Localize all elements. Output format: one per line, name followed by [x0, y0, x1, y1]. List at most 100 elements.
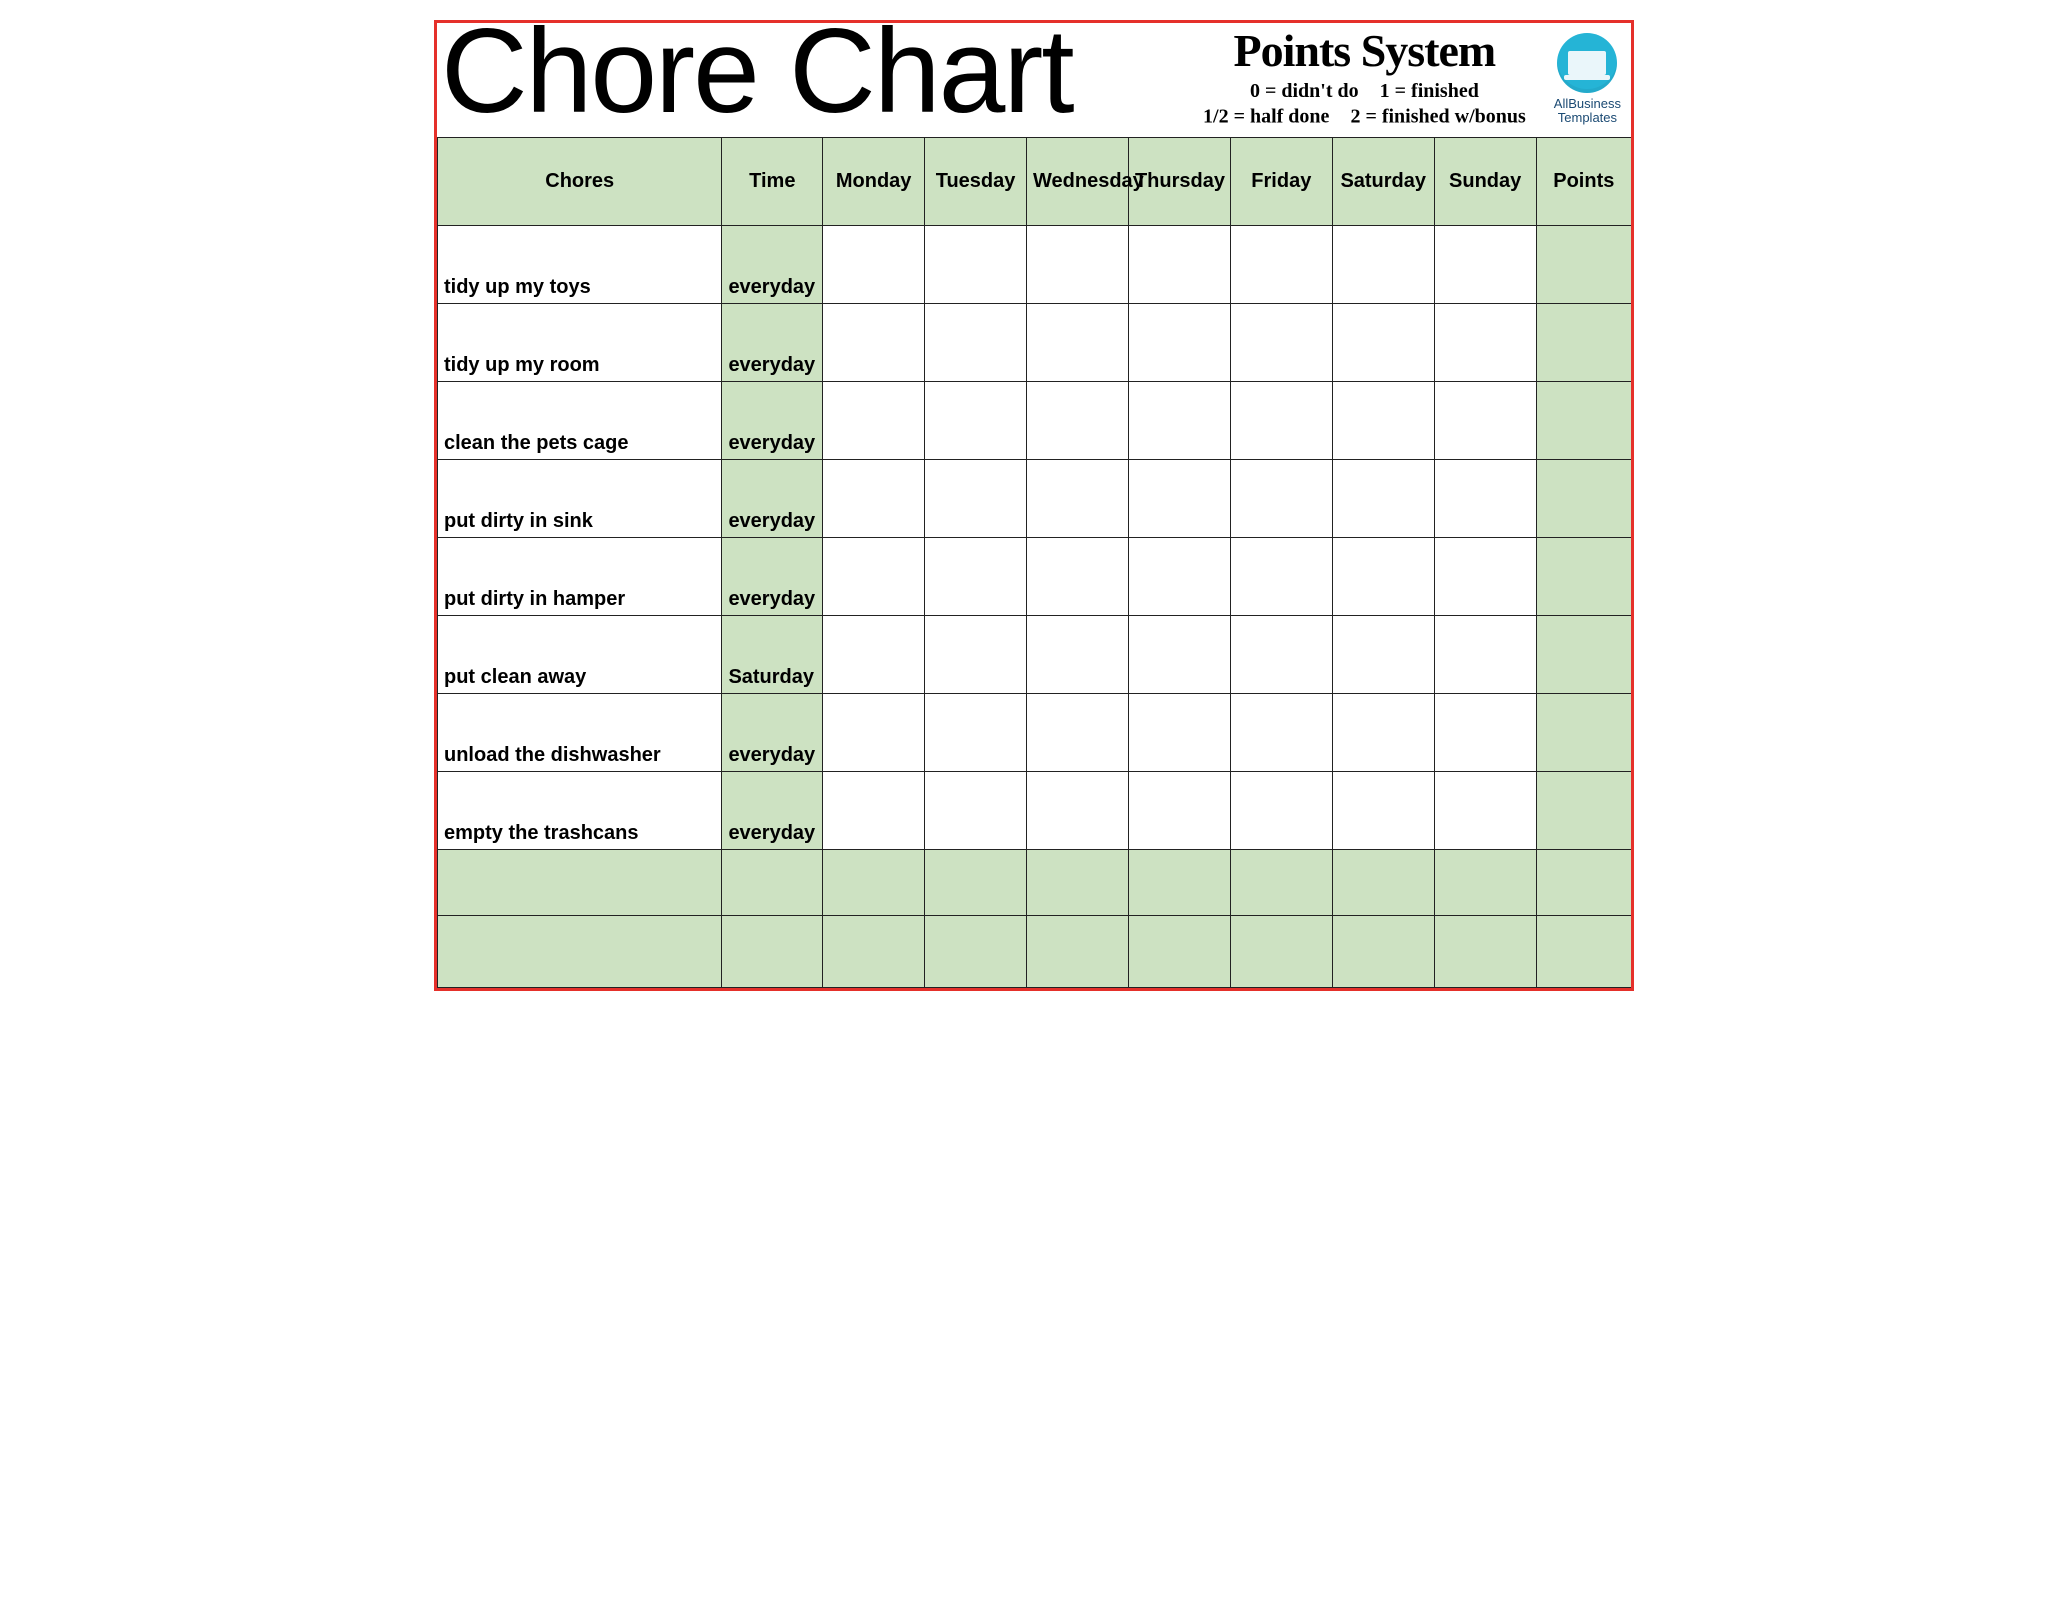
laptop-icon: [1557, 33, 1617, 93]
cell-day[interactable]: [1434, 460, 1536, 538]
cell-day[interactable]: [1332, 538, 1434, 616]
cell-day[interactable]: [925, 382, 1027, 460]
cell-day[interactable]: [823, 538, 925, 616]
col-sunday: Sunday: [1434, 138, 1536, 226]
col-points: Points: [1536, 138, 1631, 226]
table-body: tidy up my toyseverydaytidy up my roomev…: [438, 226, 1632, 988]
cell-day[interactable]: [925, 538, 1027, 616]
cell-day[interactable]: [925, 616, 1027, 694]
cell-points[interactable]: [1536, 694, 1631, 772]
cell-day[interactable]: [1434, 226, 1536, 304]
cell-day[interactable]: [823, 772, 925, 850]
cell-day[interactable]: [823, 382, 925, 460]
table-row: clean the pets cageeveryday: [438, 382, 1632, 460]
cell-points[interactable]: [1536, 382, 1631, 460]
cell-points[interactable]: [1536, 460, 1631, 538]
cell-day[interactable]: [1230, 304, 1332, 382]
cell-day[interactable]: [1230, 226, 1332, 304]
cell-day[interactable]: [1128, 694, 1230, 772]
cell-day[interactable]: [823, 460, 925, 538]
cell-day[interactable]: [1332, 616, 1434, 694]
col-friday: Friday: [1230, 138, 1332, 226]
cell-day[interactable]: [925, 304, 1027, 382]
cell-chore: tidy up my room: [438, 304, 722, 382]
cell-points[interactable]: [1536, 538, 1631, 616]
cell-day[interactable]: [1128, 616, 1230, 694]
table-row: tidy up my roomeveryday: [438, 304, 1632, 382]
legend-0: 0 = didn't do: [1250, 79, 1359, 105]
cell-points[interactable]: [1536, 772, 1631, 850]
cell-day[interactable]: [1027, 772, 1129, 850]
cell-points[interactable]: [1536, 304, 1631, 382]
cell-day[interactable]: [1128, 304, 1230, 382]
cell-points[interactable]: [1536, 616, 1631, 694]
cell-time: Saturday: [722, 616, 823, 694]
cell-time: everyday: [722, 538, 823, 616]
cell-day[interactable]: [1027, 304, 1129, 382]
cell-day[interactable]: [1230, 460, 1332, 538]
cell-day[interactable]: [1230, 538, 1332, 616]
cell-day[interactable]: [1128, 538, 1230, 616]
cell-day[interactable]: [1027, 382, 1129, 460]
cell-empty: [823, 850, 925, 916]
cell-empty: [1536, 916, 1631, 988]
cell-day[interactable]: [1434, 694, 1536, 772]
table-row-empty: [438, 850, 1632, 916]
logo: AllBusiness Templates: [1554, 33, 1621, 126]
cell-empty: [722, 916, 823, 988]
cell-day[interactable]: [925, 772, 1027, 850]
document-frame: Chore Chart Points System 0 = didn't do …: [434, 20, 1634, 991]
cell-day[interactable]: [1434, 538, 1536, 616]
table-head: Chores Time Monday Tuesday Wednesday Thu…: [438, 138, 1632, 226]
cell-day[interactable]: [1434, 772, 1536, 850]
cell-day[interactable]: [925, 460, 1027, 538]
cell-day[interactable]: [1027, 616, 1129, 694]
points-system-block: Points System 0 = didn't do 1 = finished…: [1195, 27, 1540, 129]
cell-day[interactable]: [823, 226, 925, 304]
cell-day[interactable]: [1128, 382, 1230, 460]
cell-day[interactable]: [925, 226, 1027, 304]
cell-empty: [1536, 850, 1631, 916]
cell-day[interactable]: [925, 694, 1027, 772]
cell-points[interactable]: [1536, 226, 1631, 304]
cell-day[interactable]: [1332, 304, 1434, 382]
cell-empty: [1230, 850, 1332, 916]
cell-time: everyday: [722, 382, 823, 460]
cell-day[interactable]: [1128, 772, 1230, 850]
cell-day[interactable]: [1332, 694, 1434, 772]
cell-day[interactable]: [1434, 304, 1536, 382]
chore-chart-document: Chore Chart Points System 0 = didn't do …: [414, 0, 1654, 1051]
legend-1: 1 = finished: [1380, 79, 1479, 105]
logo-text-top: AllBusiness: [1554, 96, 1621, 111]
cell-day[interactable]: [823, 694, 925, 772]
cell-day[interactable]: [823, 616, 925, 694]
cell-day[interactable]: [1128, 460, 1230, 538]
cell-day[interactable]: [1434, 382, 1536, 460]
cell-day[interactable]: [1027, 460, 1129, 538]
cell-day[interactable]: [1332, 382, 1434, 460]
cell-empty: [1332, 850, 1434, 916]
cell-day[interactable]: [1230, 694, 1332, 772]
cell-day[interactable]: [1128, 226, 1230, 304]
col-tuesday: Tuesday: [925, 138, 1027, 226]
table-row: put dirty in hampereveryday: [438, 538, 1632, 616]
cell-time: everyday: [722, 694, 823, 772]
cell-day[interactable]: [1332, 460, 1434, 538]
cell-day[interactable]: [1027, 226, 1129, 304]
cell-empty: [823, 916, 925, 988]
cell-day[interactable]: [823, 304, 925, 382]
cell-day[interactable]: [1230, 382, 1332, 460]
cell-day[interactable]: [1027, 694, 1129, 772]
points-system-title: Points System: [1195, 27, 1534, 75]
cell-day[interactable]: [1434, 616, 1536, 694]
cell-day[interactable]: [1230, 772, 1332, 850]
col-time: Time: [722, 138, 823, 226]
page-title: Chore Chart: [441, 11, 1073, 131]
cell-day[interactable]: [1332, 226, 1434, 304]
cell-day[interactable]: [1027, 538, 1129, 616]
cell-day[interactable]: [1230, 616, 1332, 694]
cell-day[interactable]: [1332, 772, 1434, 850]
header-row: Chores Time Monday Tuesday Wednesday Thu…: [438, 138, 1632, 226]
cell-chore: put dirty in hamper: [438, 538, 722, 616]
cell-chore: empty the trashcans: [438, 772, 722, 850]
